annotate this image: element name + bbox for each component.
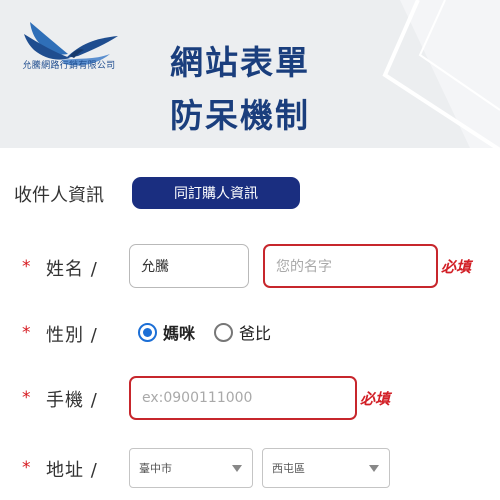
name-required-text: 必填 [441, 258, 472, 276]
phone-placeholder: ex:0900111000 [142, 390, 253, 406]
required-star: * [22, 388, 31, 408]
phone-input[interactable]: ex:0900111000 [129, 376, 357, 420]
required-star: * [22, 323, 31, 343]
phone-label: 手機 / [46, 390, 98, 411]
gender-option-label: 媽咪 [163, 324, 196, 343]
gender-option-dad[interactable]: 爸比 [214, 320, 271, 344]
required-star: * [22, 257, 31, 277]
page-title-line2: 防呆機制 [170, 96, 310, 135]
gender-option-mom[interactable]: 媽咪 [138, 320, 195, 344]
radio-unchecked-icon[interactable] [214, 322, 233, 342]
company-name: 允騰網路行銷有限公司 [22, 61, 116, 71]
gender-option-label: 爸比 [239, 324, 272, 343]
district-select-value: 西屯區 [272, 462, 305, 475]
city-select[interactable]: 臺中市 [129, 448, 253, 488]
header-banner: 允騰網路行銷有限公司 網站表單 防呆機制 [0, 0, 500, 148]
address-label: 地址 / [46, 460, 98, 481]
last-name-input[interactable]: 允騰 [129, 244, 249, 288]
gender-label: 性別 / [46, 325, 98, 346]
radio-checked-icon[interactable] [138, 322, 157, 342]
first-name-input[interactable]: 您的名字 [263, 244, 438, 288]
last-name-value: 允騰 [141, 259, 169, 275]
dropdown-arrow-icon [232, 465, 242, 472]
first-name-placeholder: 您的名字 [276, 259, 332, 275]
recipient-section-title: 收件人資訊 [14, 185, 104, 206]
dropdown-arrow-icon [369, 465, 379, 472]
name-label: 姓名 / [46, 259, 98, 280]
district-select[interactable]: 西屯區 [262, 448, 390, 488]
city-select-value: 臺中市 [139, 462, 172, 475]
page-title-line1: 網站表單 [170, 43, 310, 82]
phone-required-text: 必填 [360, 390, 391, 408]
required-star: * [22, 458, 31, 478]
same-as-buyer-button[interactable]: 同訂購人資訊 [132, 177, 300, 209]
